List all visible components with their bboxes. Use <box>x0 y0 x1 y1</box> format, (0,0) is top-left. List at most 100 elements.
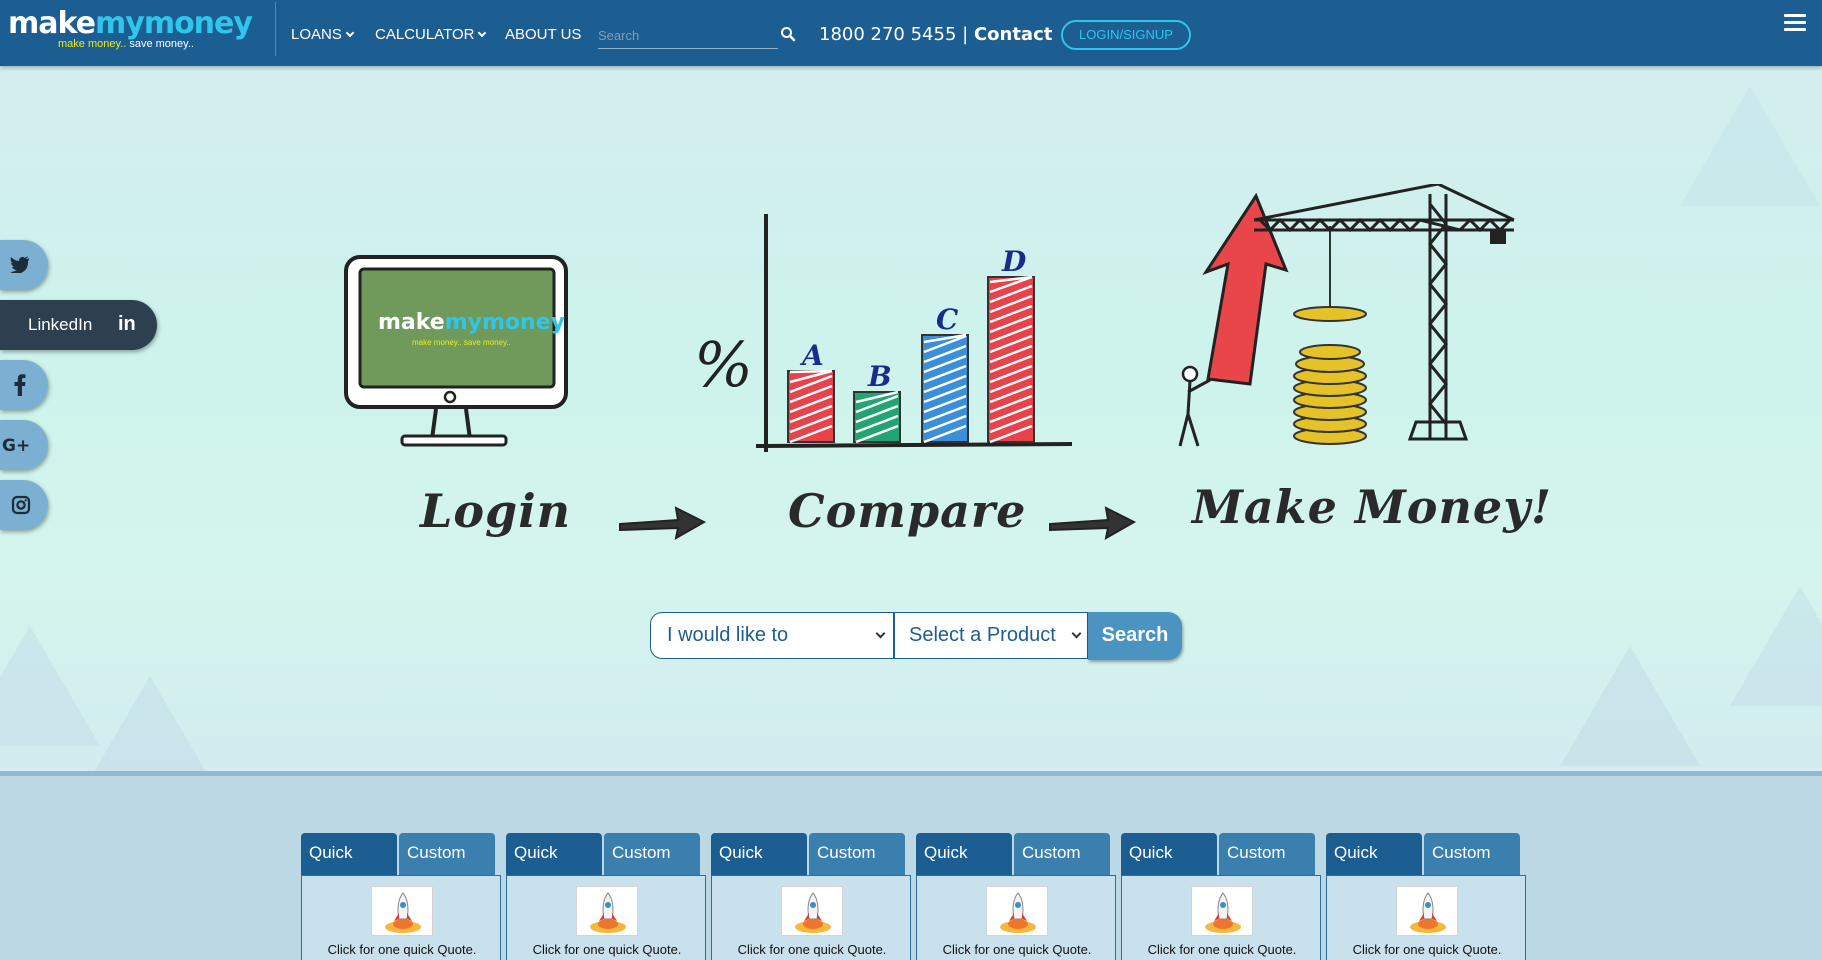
site-logo[interactable]: makemymoney make money.. save money.. <box>4 2 253 54</box>
top-navbar: makemymoney make money.. save money.. LO… <box>0 0 1822 66</box>
hero-divider <box>0 771 1822 776</box>
screen-tagline: make money.. save money.. <box>412 338 511 347</box>
bg-triangle <box>1680 86 1820 206</box>
tab-custom[interactable]: Custom <box>1219 833 1315 875</box>
linkedin-icon: in <box>118 313 136 335</box>
card-body: Click for one quick Quote. <box>301 875 501 960</box>
step-make-money-label: Make Money! <box>1192 480 1553 534</box>
tab-custom[interactable]: Custom <box>1424 833 1520 875</box>
bar-letter-d: D <box>1001 245 1027 278</box>
quote-card: Quick Custom Click for one quick Quote. <box>1326 833 1526 960</box>
logo-tagline-make: make money.. <box>58 38 127 50</box>
facebook-button[interactable] <box>0 360 48 410</box>
tab-custom[interactable]: Custom <box>1014 833 1110 875</box>
action-select[interactable]: I would like to <box>650 612 894 659</box>
bar-letter-b: B <box>867 360 892 393</box>
twitter-icon <box>10 256 29 273</box>
logo-wordmark: makemymoney <box>8 6 253 41</box>
tab-quick[interactable]: Quick <box>1121 833 1217 875</box>
hero-banner: makemymoney make money.. save money.. % … <box>0 66 1822 772</box>
phone-contact: 1800 270 5455 | Contact <box>819 24 1052 45</box>
logo-word-mymoney: mymoney <box>95 6 253 41</box>
instagram-button[interactable] <box>0 480 48 530</box>
header-divider <box>275 2 276 56</box>
linkedin-button[interactable]: LinkedIn in <box>0 300 157 350</box>
step-compare-label: Compare <box>788 484 1027 538</box>
quote-card: Quick Custom Click for one quick Quote. <box>506 833 706 960</box>
action-select-value: I would like to <box>667 624 789 646</box>
rocket-icon[interactable] <box>1396 886 1458 936</box>
monitor-illustration: makemymoney make money.. save money.. <box>344 255 568 447</box>
rocket-icon[interactable] <box>781 886 843 936</box>
quote-card: Quick Custom Click for one quick Quote. <box>301 833 501 960</box>
facebook-icon <box>14 374 26 396</box>
make-money-illustration <box>1178 184 1515 447</box>
nav-loans-label: LOANS <box>291 26 342 43</box>
hero-search-button[interactable]: Search <box>1088 612 1182 660</box>
quick-quote-link[interactable]: Click for one quick Quote. <box>302 942 502 957</box>
rocket-icon[interactable] <box>576 886 638 936</box>
screen-logo: makemymoney <box>378 310 565 335</box>
rocket-icon[interactable] <box>986 886 1048 936</box>
card-body: Click for one quick Quote. <box>1326 875 1526 960</box>
chevron-down-icon <box>478 28 487 38</box>
quick-quote-link[interactable]: Click for one quick Quote. <box>1327 942 1527 957</box>
compare-bars-illustration: % A B C D <box>694 214 1073 452</box>
rocket-icon[interactable] <box>1191 886 1253 936</box>
bg-triangle <box>1560 646 1700 766</box>
search-input[interactable] <box>598 24 778 46</box>
nav-calculator-label: CALCULATOR <box>375 26 475 43</box>
bg-triangle <box>1730 586 1822 706</box>
rocket-icon[interactable] <box>371 886 433 936</box>
logo-word-make: make <box>8 6 96 41</box>
tab-custom[interactable]: Custom <box>809 833 905 875</box>
phone-number: 1800 270 5455 | <box>819 24 969 45</box>
quick-quote-link[interactable]: Click for one quick Quote. <box>507 942 707 957</box>
quick-quote-link[interactable]: Click for one quick Quote. <box>1122 942 1322 957</box>
bar-letter-c: C <box>936 303 959 336</box>
google-plus-icon: G+ <box>2 436 30 455</box>
tab-custom[interactable]: Custom <box>604 833 700 875</box>
header-search <box>598 24 778 49</box>
card-body: Click for one quick Quote. <box>711 875 911 960</box>
bar-letter-a: A <box>799 339 824 372</box>
contact-link[interactable]: Contact <box>974 24 1052 45</box>
linkedin-label: LinkedIn <box>28 315 93 334</box>
card-body: Click for one quick Quote. <box>506 875 706 960</box>
product-select[interactable]: Select a Product <box>894 612 1088 659</box>
twitter-button[interactable] <box>0 240 48 290</box>
tab-quick[interactable]: Quick <box>711 833 807 875</box>
nav-loans[interactable]: LOANS <box>291 26 355 43</box>
tab-quick[interactable]: Quick <box>916 833 1012 875</box>
logo-tagline: make money.. save money.. <box>58 38 194 50</box>
tab-quick[interactable]: Quick <box>301 833 397 875</box>
tab-custom[interactable]: Custom <box>399 833 495 875</box>
nav-calculator[interactable]: CALCULATOR <box>375 26 487 43</box>
menu-icon[interactable] <box>1784 14 1806 34</box>
tab-quick[interactable]: Quick <box>1326 833 1422 875</box>
step-login-label: Login <box>420 484 572 538</box>
bg-triangle <box>80 676 220 772</box>
login-signup-button[interactable]: LOGIN/SIGNUP <box>1061 20 1191 50</box>
nav-about-us-label: ABOUT US <box>505 26 582 43</box>
chevron-down-icon <box>345 28 355 38</box>
quick-quote-link[interactable]: Click for one quick Quote. <box>917 942 1117 957</box>
nav-about-us[interactable]: ABOUT US <box>505 26 581 43</box>
svg-text:G+: G+ <box>2 436 30 455</box>
chevron-down-icon <box>875 628 886 639</box>
quote-card: Quick Custom Click for one quick Quote. <box>916 833 1116 960</box>
logo-tagline-save: save money.. <box>129 38 194 50</box>
chevron-down-icon <box>1071 628 1082 639</box>
arrow-right-icon <box>619 506 707 540</box>
google-plus-button[interactable]: G+ <box>0 420 48 470</box>
instagram-icon <box>11 495 31 515</box>
percent-glyph: % <box>694 328 753 401</box>
search-icon[interactable] <box>780 26 796 42</box>
quote-card: Quick Custom Click for one quick Quote. <box>711 833 911 960</box>
card-body: Click for one quick Quote. <box>916 875 1116 960</box>
tab-quick[interactable]: Quick <box>506 833 602 875</box>
product-select-value: Select a Product <box>909 624 1056 646</box>
quote-card: Quick Custom Click for one quick Quote. <box>1121 833 1321 960</box>
quick-quote-link[interactable]: Click for one quick Quote. <box>712 942 912 957</box>
arrow-right-icon <box>1049 506 1137 540</box>
